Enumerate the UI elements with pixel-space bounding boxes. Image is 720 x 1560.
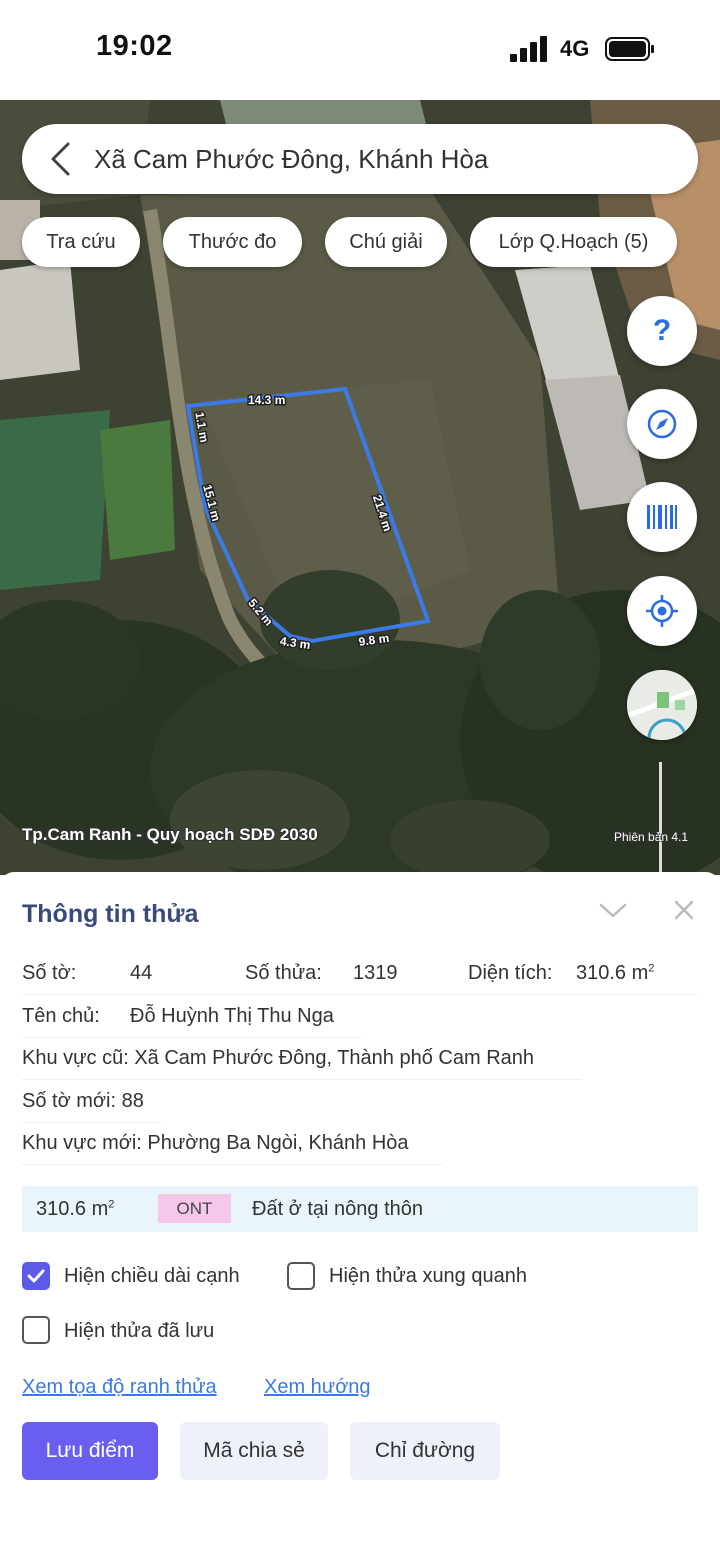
sheet-number-label: Số tờ:: [22, 962, 77, 984]
barcode-icon: [647, 505, 677, 529]
checkmark-icon: [27, 1269, 45, 1283]
save-point-button[interactable]: Lưu điểm: [22, 1422, 158, 1480]
locate-icon: [646, 595, 678, 627]
edge-label: 14.3 m: [248, 393, 285, 407]
land-type-text: Đất ở tại nông thôn: [252, 1198, 424, 1220]
barcode-button[interactable]: [627, 482, 697, 552]
parcel-number-label: Số thửa:: [245, 962, 322, 984]
show-edge-length-label[interactable]: Hiện chiều dài cạnh: [64, 1265, 240, 1288]
help-button[interactable]: ?: [627, 296, 697, 366]
chip-planning-layers[interactable]: Lớp Q.Hoạch (5): [470, 217, 677, 267]
directions-button[interactable]: Chỉ đường: [350, 1422, 500, 1480]
area-label: Diện tích:: [468, 962, 553, 984]
share-code-button[interactable]: Mã chia sẻ: [180, 1422, 328, 1480]
land-code-badge: ONT: [158, 1194, 231, 1223]
divider: [22, 1122, 162, 1123]
help-icon: ?: [652, 314, 672, 347]
status-bar: 19:02 4G: [0, 0, 720, 100]
show-saved-label[interactable]: Hiện thửa đã lưu: [64, 1320, 214, 1343]
compass-icon: [647, 409, 677, 439]
planning-source-label: Tp.Cam Ranh - Quy hoạch SDĐ 2030: [22, 825, 318, 844]
sheet-number-value: 44: [130, 962, 153, 984]
status-time: 19:02: [96, 30, 173, 62]
show-neighbors-checkbox[interactable]: [287, 1262, 315, 1290]
battery-icon: [605, 37, 654, 61]
new-sheet-number: Số tờ mới: 88: [22, 1090, 144, 1112]
chevron-down-icon[interactable]: [598, 900, 628, 920]
owner-label: Tên chủ:: [22, 1005, 100, 1027]
network-type: 4G: [560, 36, 590, 61]
sheet-title: Thông tin thửa: [22, 900, 199, 928]
map-layer-button[interactable]: [627, 670, 697, 740]
show-edge-length-checkbox[interactable]: [22, 1262, 50, 1290]
chip-lookup[interactable]: Tra cứu: [22, 217, 140, 267]
view-direction-link[interactable]: Xem hướng: [264, 1376, 371, 1399]
version-label: Phiên bản 4.1: [614, 830, 689, 844]
locate-me-button[interactable]: [627, 576, 697, 646]
chip-measure[interactable]: Thước đo: [163, 217, 302, 267]
divider: [22, 1037, 362, 1038]
parcel-info-sheet: Thông tin thửa Số tờ: 44 Số thửa: 1319 D…: [0, 872, 720, 1560]
parcel-number-value: 1319: [353, 962, 398, 984]
area-value: 310.6 m2: [576, 962, 655, 984]
show-saved-checkbox[interactable]: [22, 1316, 50, 1344]
map-layer-icon: [627, 670, 697, 740]
owner-value: Đỗ Huỳnh Thị Thu Nga: [130, 1005, 334, 1027]
view-boundary-coords-link[interactable]: Xem tọa độ ranh thửa: [22, 1376, 217, 1399]
satellite-map[interactable]: 14.3 m 1.1 m 15.1 m 21.4 m 5.2 m 4.3 m 9…: [0, 100, 720, 875]
divider: [22, 994, 698, 995]
search-bar[interactable]: Xã Cam Phước Đông, Khánh Hòa: [22, 124, 698, 194]
old-area-text: Khu vực cũ: Xã Cam Phước Đông, Thành phố…: [22, 1047, 535, 1069]
land-use-row: 310.6 m2 ONT Đất ở tại nông thôn: [22, 1186, 698, 1232]
search-location-text[interactable]: Xã Cam Phước Đông, Khánh Hòa: [94, 144, 488, 175]
divider: [22, 1079, 582, 1080]
close-icon[interactable]: [672, 898, 696, 922]
signal-icon: [510, 36, 547, 62]
back-arrow-icon[interactable]: [44, 140, 80, 178]
chip-legend[interactable]: Chú giải: [325, 217, 447, 267]
divider: [22, 1164, 442, 1165]
land-use-area: 310.6 m2: [36, 1198, 115, 1220]
new-area-text: Khu vực mới: Phường Ba Ngòi, Khánh Hòa: [22, 1132, 409, 1154]
show-neighbors-label[interactable]: Hiện thửa xung quanh: [329, 1265, 527, 1288]
compass-button[interactable]: [627, 389, 697, 459]
